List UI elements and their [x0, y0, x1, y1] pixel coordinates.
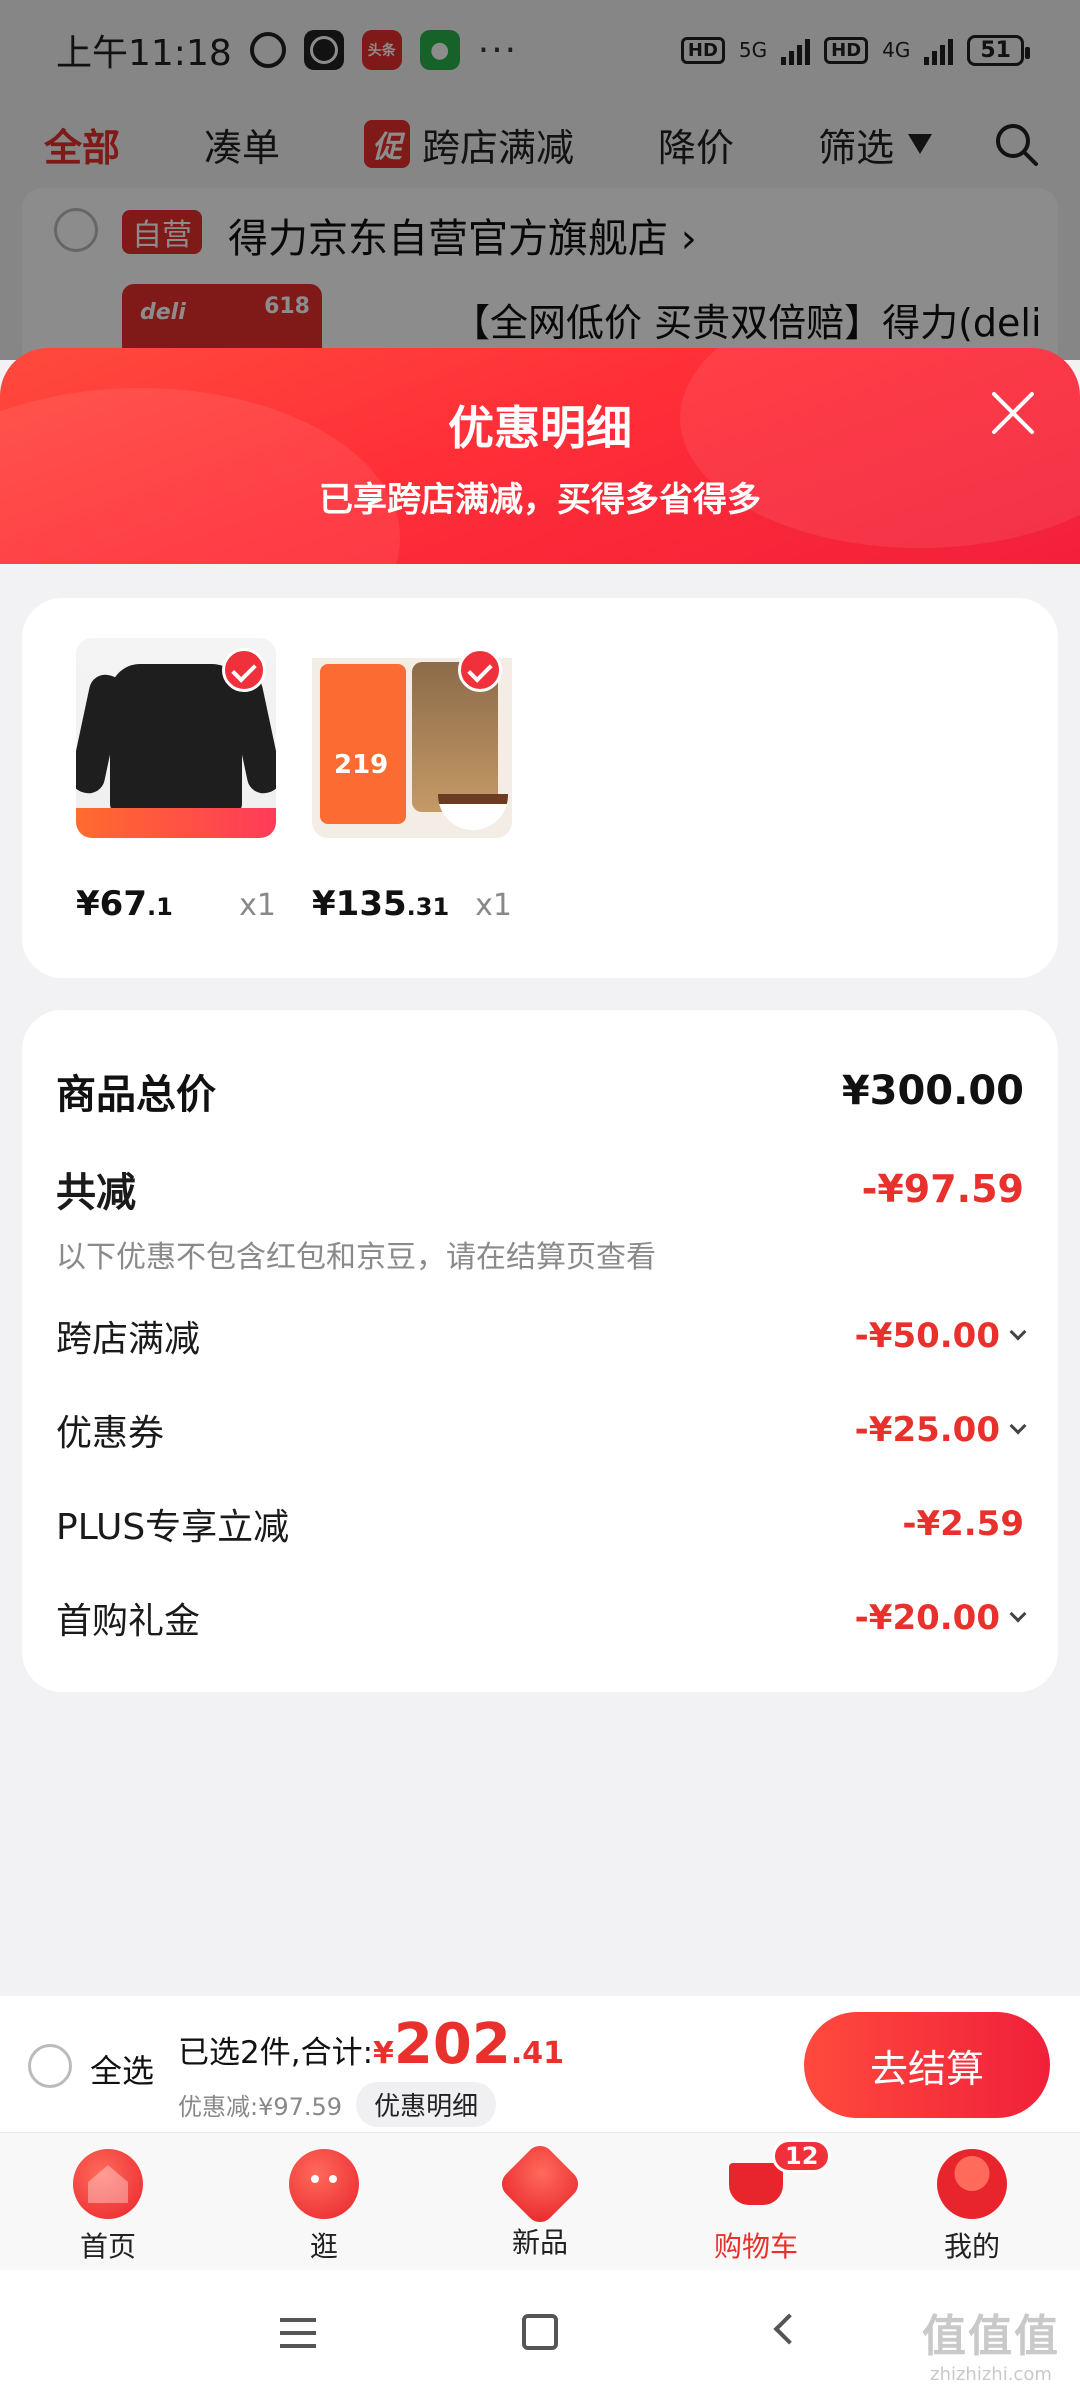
discount-value: -¥25.00 [854, 1410, 1027, 1450]
tab-label: 我的 [943, 2230, 1000, 2263]
price-summary-card: 商品总价 ¥300.00 共减 -¥97.59 以下优惠不包含红包和京豆，请在结… [22, 1010, 1058, 1692]
discount-total-text: 优惠减:¥97.59 [178, 2093, 343, 2121]
selected-products-card: ¥67.1 x1 ¥135.31 x1 [22, 598, 1058, 978]
discount-value: -¥50.00 [854, 1316, 1027, 1356]
discount-row-first-purchase[interactable]: 首购礼金 -¥20.00 [56, 1592, 1027, 1644]
tab-home[interactable]: 首页 [0, 2133, 216, 2270]
discount-label: 优惠券 [56, 1413, 165, 1454]
modal-overlay[interactable] [0, 0, 1080, 360]
watermark-logo: 值值值 [922, 2311, 1060, 2362]
discount-label: 跨店满减 [56, 1319, 201, 1360]
product-quantity: x1 [239, 888, 276, 923]
price-decimal: .31 [406, 893, 450, 921]
product-item[interactable]: ¥67.1 x1 [76, 638, 276, 924]
total-price-label: 商品总价 [56, 1072, 216, 1118]
home-button-icon[interactable] [522, 2314, 558, 2350]
total-currency: ¥ [373, 2036, 394, 2071]
promo-banner [76, 808, 276, 838]
price-integer: ¥135 [312, 884, 407, 924]
product-image-pet-food[interactable] [312, 638, 512, 838]
select-all-label[interactable]: 全选 [90, 2046, 154, 2092]
discount-amount: -¥20.00 [854, 1598, 1000, 1638]
tab-label: 首页 [79, 2230, 136, 2263]
product-image-shirt[interactable] [76, 638, 276, 838]
tab-label: 逛 [309, 2230, 338, 2263]
tab-label: 新品 [511, 2226, 568, 2259]
tab-browse[interactable]: 逛 [216, 2133, 432, 2270]
total-price-value: ¥300.00 [841, 1068, 1024, 1114]
selected-count-text: 已选2件,合计: [178, 2035, 374, 2071]
tab-cart[interactable]: 12 购物车 [648, 2133, 864, 2270]
bottom-tab-bar: 首页 逛 新品 12 购物车 我的 [0, 2132, 1080, 2270]
price-decimal: .1 [146, 893, 173, 921]
checked-icon [458, 648, 502, 692]
site-watermark: 值值值 zhizhizhi.com [922, 2300, 1060, 2385]
total-amount: 202 [393, 2012, 511, 2077]
total-cents: .41 [510, 2036, 564, 2071]
tab-profile[interactable]: 我的 [864, 2133, 1080, 2270]
product-price: ¥135.31 [312, 884, 449, 924]
recent-apps-icon[interactable] [280, 2318, 316, 2348]
discount-amount: -¥25.00 [854, 1410, 1000, 1450]
browse-icon [289, 2149, 359, 2219]
discount-label: 首购礼金 [56, 1601, 201, 1642]
home-icon [73, 2149, 143, 2219]
product-quantity: x1 [475, 888, 512, 923]
chevron-down-icon[interactable] [1009, 1605, 1027, 1623]
sheet-subtitle: 已享跨店满减，买得多省得多 [319, 480, 761, 520]
chevron-down-icon[interactable] [1009, 1417, 1027, 1435]
promo-panel [320, 664, 406, 824]
system-navigation-bar: 值值值 zhizhizhi.com [0, 2270, 1080, 2400]
select-all-checkbox[interactable] [28, 2044, 72, 2088]
order-total: 已选2件,合计: ¥ 202 .41 [178, 2012, 564, 2077]
discount-row-cross-store[interactable]: 跨店满减 -¥50.00 [56, 1310, 1027, 1362]
discount-amount: -¥50.00 [854, 1316, 1000, 1356]
chevron-down-icon[interactable] [1009, 1323, 1027, 1341]
total-reduction-row: 共减 -¥97.59 [56, 1160, 1024, 1218]
sheet-title: 优惠明细 [448, 401, 632, 455]
product-item[interactable]: ¥135.31 x1 [312, 638, 512, 924]
product-price: ¥67.1 [76, 884, 173, 924]
discount-detail-button[interactable]: 优惠明细 [356, 2082, 497, 2127]
profile-icon [937, 2149, 1007, 2219]
close-icon[interactable] [988, 388, 1038, 438]
tab-new-products[interactable]: 新品 [432, 2133, 648, 2270]
total-reduction-label: 共减 [56, 1170, 136, 1216]
checkout-bar: 全选 已选2件,合计: ¥ 202 .41 优惠减:¥97.59 优惠明细 去结… [0, 1996, 1080, 2132]
discount-label: PLUS专享立减 [56, 1507, 290, 1548]
checked-icon [222, 648, 266, 692]
discount-value: -¥2.59 [902, 1504, 1024, 1544]
cart-count-badge: 12 [772, 2139, 832, 2173]
new-products-icon [496, 2140, 584, 2228]
total-price-row: 商品总价 ¥300.00 [56, 1062, 1024, 1120]
watermark-url: zhizhizhi.com [930, 2364, 1052, 2385]
discount-sheet-header: 优惠明细 已享跨店满减，买得多省得多 [0, 348, 1080, 564]
discount-amount: -¥2.59 [902, 1504, 1024, 1544]
back-icon[interactable] [773, 2313, 805, 2345]
total-reduction-value: -¥97.59 [861, 1167, 1024, 1211]
reduction-note: 以下优惠不包含红包和京豆，请在结算页查看 [56, 1240, 656, 1275]
food-bowl-image [438, 794, 508, 830]
discount-row-plus: PLUS专享立减 -¥2.59 [56, 1498, 1024, 1550]
price-integer: ¥67 [76, 884, 147, 924]
tab-label: 购物车 [713, 2230, 798, 2263]
checkout-button[interactable]: 去结算 [804, 2012, 1050, 2118]
long-sleeve-shirt-image [110, 664, 242, 814]
discount-value: -¥20.00 [854, 1598, 1027, 1638]
discount-row-coupon[interactable]: 优惠券 -¥25.00 [56, 1404, 1027, 1456]
discount-summary: 优惠减:¥97.59 优惠明细 [178, 2082, 497, 2127]
